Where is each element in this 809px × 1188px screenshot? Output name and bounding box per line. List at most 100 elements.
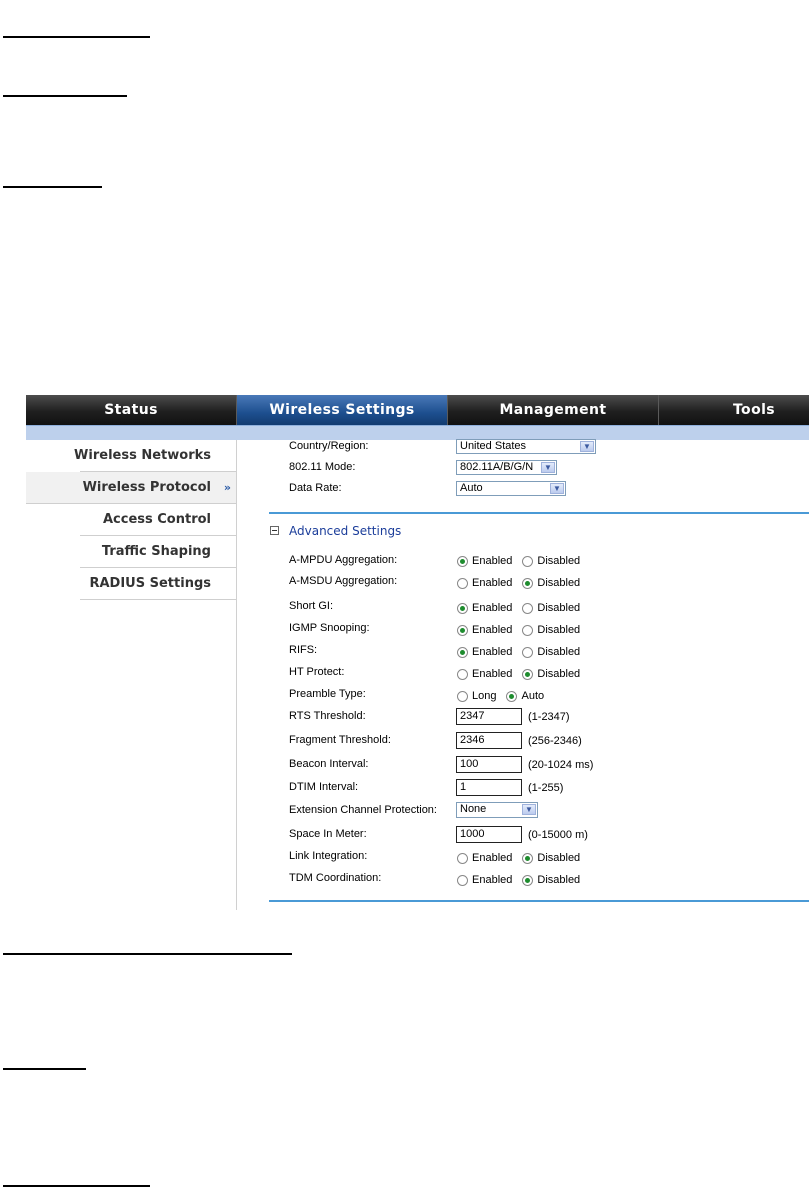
htprotect-label: HT Protect: [289,666,345,678]
igmp-label: IGMP Snooping: [289,622,370,634]
chevron-down-icon: ▼ [550,483,564,494]
section-divider-bottom [269,900,809,902]
rate-select[interactable]: Auto ▼ [456,481,566,496]
sidebar-item-access-control[interactable]: Access Control [80,504,236,536]
option-label: Disabled [537,668,581,680]
link-radio-group: Enabled Disabled [457,852,590,864]
rifs-label: RIFS: [289,644,318,656]
ampdu-disabled-radio[interactable] [522,555,534,567]
option-label: Disabled [537,555,581,567]
beacon-interval-input[interactable]: 100 [456,756,522,773]
space-hint: (0-15000 m) [528,829,588,841]
doc-heading-underline-5 [3,1068,86,1070]
option-label: Enabled [472,624,513,636]
htprotect-enabled-radio[interactable] [457,668,468,680]
fragment-threshold-input[interactable]: 2346 [456,732,522,749]
country-select-value: United States [460,440,527,452]
tdm-radio-group: Enabled Disabled [457,874,590,886]
sidebar-item-wireless-protocol[interactable]: Wireless Protocol » [26,472,236,504]
rifs-enabled-radio[interactable] [457,646,468,658]
dtim-label: DTIM Interval: [289,781,359,793]
router-ui-screenshot: Status Wireless Settings Management Tool… [26,395,809,910]
amsdu-radio-group: Enabled Disabled [457,577,590,589]
sidebar-item-label: Wireless Protocol [82,480,211,495]
wireless-protocol-form: Country/Region: United States ▼ 802.11 M… [237,439,809,910]
preamble-auto-radio[interactable] [506,690,518,702]
frag-label: Fragment Threshold: [289,734,391,746]
amsdu-enabled-radio[interactable] [457,577,468,589]
link-enabled-radio[interactable] [457,852,468,864]
sidebar: Wireless Networks Wireless Protocol » Ac… [26,440,236,910]
shortgi-disabled-radio[interactable] [522,602,534,614]
dtim-hint: (1-255) [528,782,564,794]
preamble-radio-group: Long Auto [457,690,554,702]
sidebar-item-label: RADIUS Settings [89,576,211,591]
tab-management[interactable]: Management [448,395,659,425]
option-label: Enabled [472,555,513,567]
option-label: Enabled [472,602,513,614]
link-disabled-radio[interactable] [522,852,534,864]
option-label: Enabled [472,646,513,658]
chevron-down-icon: ▼ [580,441,594,452]
extension-protection-select[interactable]: None ▼ [456,802,538,818]
advanced-settings-title: Advanced Settings [289,524,402,538]
sidebar-item-label: Wireless Networks [74,448,211,463]
option-label: Disabled [537,646,581,658]
frag-hint: (256-2346) [528,735,582,747]
amsdu-disabled-radio[interactable] [522,577,534,589]
doc-heading-underline-3 [3,186,102,188]
ampdu-radio-group: Enabled Disabled [457,555,590,567]
collapse-icon[interactable] [270,526,279,535]
shortgi-radio-group: Enabled Disabled [457,602,590,614]
tab-tools[interactable]: Tools [659,395,809,425]
space-in-meter-input[interactable]: 1000 [456,826,522,843]
mode-select[interactable]: 802.11A/B/G/N ▼ [456,460,557,475]
rate-select-value: Auto [460,482,483,494]
sidebar-item-wireless-networks[interactable]: Wireless Networks [74,440,236,472]
country-select[interactable]: United States ▼ [456,439,596,454]
option-label: Enabled [472,874,513,886]
mode-label: 802.11 Mode: [289,461,356,473]
tdm-disabled-radio[interactable] [522,874,534,886]
sidebar-item-radius-settings[interactable]: RADIUS Settings [80,568,236,600]
rate-label: Data Rate: [289,482,342,494]
sub-navigation-bar [26,425,809,440]
beacon-label: Beacon Interval: [289,758,369,770]
option-label: Enabled [472,668,513,680]
option-label: Disabled [537,624,581,636]
rifs-radio-group: Enabled Disabled [457,646,590,658]
sidebar-item-label: Traffic Shaping [101,544,211,559]
rts-label: RTS Threshold: [289,710,366,722]
space-label: Space In Meter: [289,828,367,840]
doc-heading-underline-1 [3,36,150,38]
igmp-radio-group: Enabled Disabled [457,624,590,636]
preamble-label: Preamble Type: [289,688,366,700]
htprotect-disabled-radio[interactable] [522,668,534,680]
link-label: Link Integration: [289,850,368,862]
shortgi-label: Short GI: [289,600,334,612]
rts-hint: (1-2347) [528,711,570,723]
preamble-long-radio[interactable] [457,690,468,702]
beacon-hint: (20-1024 ms) [528,759,594,771]
shortgi-enabled-radio[interactable] [457,602,468,614]
option-label: Disabled [537,577,581,589]
option-label: Long [472,690,497,702]
ampdu-enabled-radio[interactable] [457,555,468,567]
tab-wireless-settings[interactable]: Wireless Settings [237,395,448,425]
rifs-disabled-radio[interactable] [522,646,534,658]
top-navigation: Status Wireless Settings Management Tool… [26,395,809,425]
rts-threshold-input[interactable]: 2347 [456,708,522,725]
dtim-interval-input[interactable]: 1 [456,779,522,796]
tdm-enabled-radio[interactable] [457,874,468,886]
sidebar-item-traffic-shaping[interactable]: Traffic Shaping [80,536,236,568]
sidebar-item-label: Access Control [102,512,211,527]
igmp-disabled-radio[interactable] [522,624,534,636]
amsdu-label: A-MSDU Aggregation: [289,575,398,587]
option-label: Enabled [472,852,513,864]
htprotect-radio-group: Enabled Disabled [457,668,590,680]
igmp-enabled-radio[interactable] [457,624,468,636]
double-chevron-right-icon: » [223,481,231,494]
option-label: Enabled [472,577,513,589]
option-label: Disabled [537,874,581,886]
tab-status[interactable]: Status [26,395,237,425]
